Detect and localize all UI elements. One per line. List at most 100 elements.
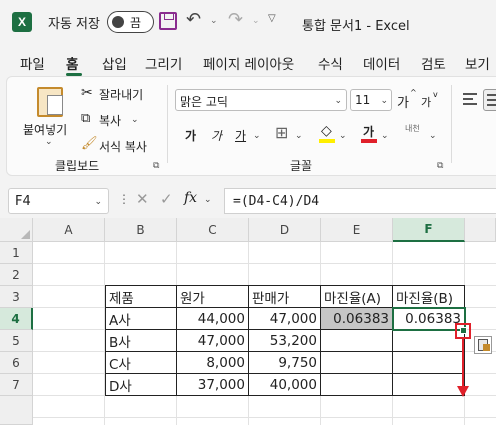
phonetic-button[interactable]: 내천 <box>405 123 420 134</box>
table-cell[interactable]: 0.06383 <box>321 308 393 330</box>
column-header-d[interactable]: D <box>249 218 321 242</box>
table-cell[interactable]: 53,200 <box>249 330 321 352</box>
row-header-3[interactable]: 3 <box>0 286 33 308</box>
copy-icon[interactable]: ⧉ <box>81 111 90 126</box>
table-cell[interactable] <box>321 374 393 396</box>
phonetic-dropdown-icon[interactable]: ⌄ <box>429 131 437 141</box>
paste-icon[interactable] <box>37 87 63 117</box>
clipboard-launcher-icon[interactable]: ⧉ <box>153 161 159 171</box>
tab-page-layout[interactable]: 페이지 레이아웃 <box>203 53 294 73</box>
italic-button[interactable]: 가 <box>211 127 222 144</box>
paste-dropdown-icon[interactable]: ⌄ <box>45 137 53 147</box>
borders-dropdown-icon[interactable]: ⌄ <box>295 131 303 141</box>
clipboard-group-label: 클립보드 <box>55 159 100 173</box>
copy-button[interactable]: 복사 <box>99 112 121 129</box>
table-cell[interactable]: 47,000 <box>249 308 321 330</box>
font-name-value: 맑은 고딕 <box>180 95 228 109</box>
undo-dropdown-icon[interactable]: ⌄ <box>210 16 218 26</box>
tab-file[interactable]: 파일 <box>20 53 45 73</box>
align-top-icon[interactable] <box>463 93 477 105</box>
borders-icon[interactable]: ⊞ <box>275 123 288 142</box>
tab-formulas[interactable]: 수식 <box>318 53 343 73</box>
cancel-icon[interactable]: ✕ <box>136 190 149 208</box>
font-name-select[interactable]: 맑은 고딕 ⌄ <box>175 89 347 111</box>
scissors-icon[interactable]: ✂ <box>81 85 93 101</box>
table-cell[interactable]: C사 <box>105 352 177 374</box>
column-header-f[interactable]: F <box>393 218 465 242</box>
table-cell[interactable] <box>321 330 393 352</box>
row-header-4[interactable]: 4 <box>0 308 33 330</box>
undo-icon[interactable]: ↶ <box>186 9 201 30</box>
fill-color-icon[interactable]: ◇ <box>321 123 332 139</box>
column-header-g[interactable] <box>465 218 496 242</box>
font-color-swatch <box>361 139 377 143</box>
autosave-toggle[interactable]: 끔 <box>107 11 154 33</box>
align-middle-icon <box>487 94 496 106</box>
align-middle-button[interactable] <box>483 89 496 111</box>
underline-button[interactable]: 가 <box>235 127 246 144</box>
table-cell[interactable]: 8,000 <box>177 352 249 374</box>
row-header-5[interactable]: 5 <box>0 330 33 352</box>
table-cell[interactable] <box>393 352 465 374</box>
tab-review[interactable]: 검토 <box>421 53 446 73</box>
table-header-cell[interactable]: 제품 <box>105 285 177 308</box>
row-header-6[interactable]: 6 <box>0 352 33 374</box>
tab-view[interactable]: 보기 <box>465 53 490 73</box>
table-header-cell[interactable]: 마진율(B) <box>393 285 465 308</box>
table-header-cell[interactable]: 마진율(A) <box>321 285 393 308</box>
table-header-cell[interactable]: 판매가 <box>249 285 321 308</box>
row-header-1[interactable]: 1 <box>0 242 33 264</box>
shrink-font-arrow-icon: v <box>433 90 438 99</box>
tab-insert[interactable]: 삽입 <box>102 53 127 73</box>
function-dropdown-icon[interactable]: ⌄ <box>204 195 212 205</box>
table-cell[interactable]: D사 <box>105 374 177 396</box>
table-cell[interactable]: 9,750 <box>249 352 321 374</box>
grow-font-button[interactable]: 가 <box>397 92 409 111</box>
fill-handle[interactable] <box>460 327 467 334</box>
name-box[interactable]: F4 ⌄ <box>8 188 109 214</box>
group-separator <box>167 85 168 163</box>
column-header-e[interactable]: E <box>321 218 393 242</box>
table-cell[interactable]: 40,000 <box>249 374 321 396</box>
redo-icon[interactable]: ↷ <box>228 9 243 30</box>
format-painter-icon[interactable]: 🖌 <box>81 136 98 151</box>
table-cell[interactable]: B사 <box>105 330 177 352</box>
underline-dropdown-icon[interactable]: ⌄ <box>253 131 261 141</box>
font-size-select[interactable]: 11 ⌄ <box>350 89 392 111</box>
formula-input[interactable]: =(D4-C4)/D4 <box>224 188 496 214</box>
row-header-2[interactable]: 2 <box>0 264 33 286</box>
font-launcher-icon[interactable]: ⧉ <box>437 161 443 171</box>
save-icon[interactable] <box>159 12 177 30</box>
table-cell[interactable]: 47,000 <box>177 330 249 352</box>
paste-button[interactable]: 붙여넣기 <box>23 121 67 138</box>
table-cell[interactable] <box>321 352 393 374</box>
table-cell[interactable]: 37,000 <box>177 374 249 396</box>
tab-home[interactable]: 홈 <box>66 53 78 73</box>
redo-dropdown-icon[interactable]: ⌄ <box>252 16 260 26</box>
format-painter-button[interactable]: 서식 복사 <box>99 138 147 155</box>
table-cell[interactable]: 44,000 <box>177 308 249 330</box>
copy-dropdown-icon[interactable]: ⌄ <box>131 115 139 125</box>
tab-data[interactable]: 데이터 <box>363 53 400 73</box>
cut-button[interactable]: 잘라내기 <box>99 86 143 103</box>
row-header-7[interactable]: 7 <box>0 374 33 396</box>
table-header-cell[interactable]: 원가 <box>177 285 249 308</box>
column-header-a[interactable]: A <box>33 218 105 242</box>
font-color-button[interactable]: 가 <box>363 123 374 140</box>
table-cell[interactable] <box>393 374 465 396</box>
table-cell[interactable]: A사 <box>105 308 177 330</box>
insert-function-button[interactable]: fx <box>184 190 197 206</box>
more-options-icon[interactable]: ⋮ <box>118 192 130 206</box>
fill-color-dropdown-icon[interactable]: ⌄ <box>339 131 347 141</box>
column-header-b[interactable]: B <box>105 218 177 242</box>
enter-check-icon[interactable]: ✓ <box>160 190 173 208</box>
shrink-font-button[interactable]: 가 <box>421 94 431 110</box>
customize-qat-icon[interactable]: ▽ <box>268 13 276 24</box>
tab-draw[interactable]: 그리기 <box>145 53 182 73</box>
column-header-c[interactable]: C <box>177 218 249 242</box>
font-color-dropdown-icon[interactable]: ⌄ <box>381 131 389 141</box>
row-header-8[interactable] <box>0 396 33 425</box>
bold-button[interactable]: 가 <box>185 127 196 144</box>
select-all-button[interactable] <box>0 218 33 242</box>
autofill-options-icon[interactable] <box>474 336 492 354</box>
